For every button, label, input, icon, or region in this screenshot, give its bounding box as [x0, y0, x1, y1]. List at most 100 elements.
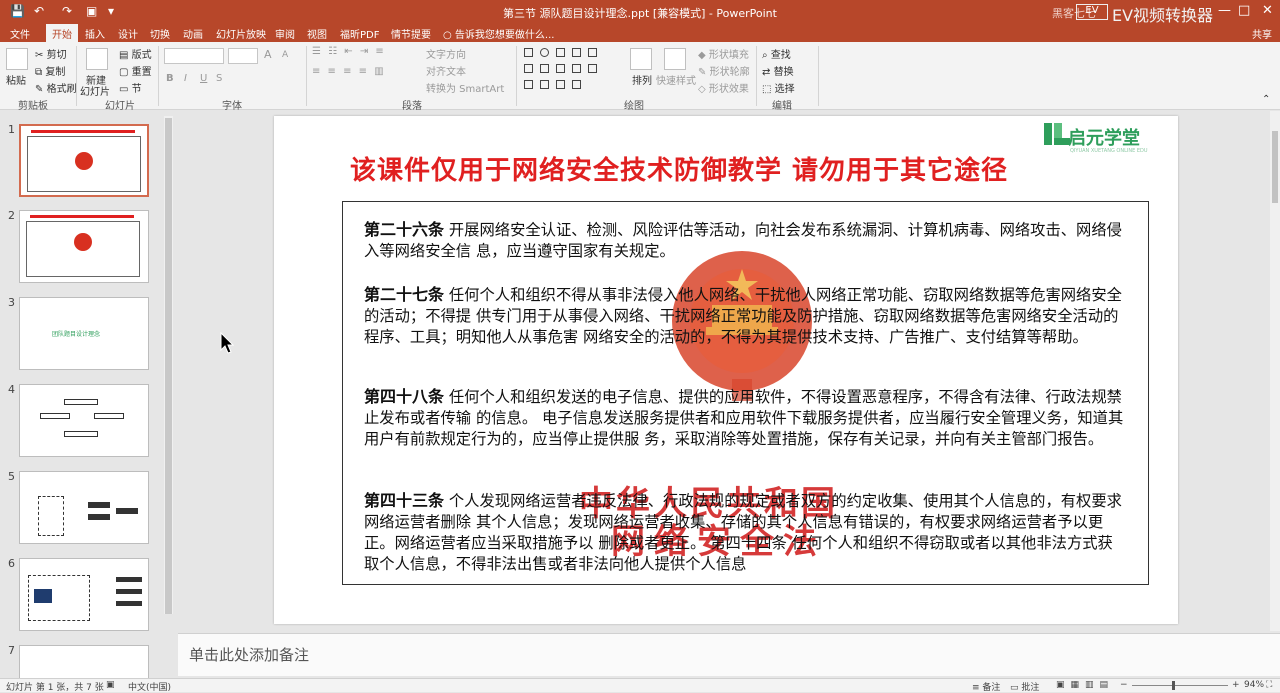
- arrange-icon[interactable]: [630, 48, 652, 70]
- tab-insert[interactable]: 插入: [85, 26, 105, 41]
- list-buttons[interactable]: ☰ ☷ ⇤ ⇥ ≡: [312, 46, 386, 57]
- fit-slide-icon[interactable]: ⛶: [1266, 680, 1272, 690]
- shrink-font-button[interactable]: A: [282, 50, 288, 60]
- zoom-level[interactable]: 94%: [1244, 680, 1264, 690]
- slide-title[interactable]: 该课件仅用于网络安全技术防御教学 请勿用于其它途径: [350, 150, 1008, 187]
- tab-review[interactable]: 审阅: [275, 26, 295, 41]
- layout-button[interactable]: ▤ 版式: [119, 46, 152, 61]
- shape-line[interactable]: [556, 48, 565, 57]
- mouse-cursor-icon: [220, 332, 234, 354]
- share-button[interactable]: 共享: [1252, 26, 1272, 41]
- slide-thumbnail-6[interactable]: [19, 558, 149, 631]
- shape-rect[interactable]: [524, 48, 533, 57]
- spellcheck-icon[interactable]: ▣: [106, 680, 115, 690]
- slide-thumbnail-5[interactable]: [19, 471, 149, 544]
- find-button[interactable]: ⌕ 查找: [762, 46, 791, 61]
- paste-icon[interactable]: [6, 48, 28, 70]
- align-buttons[interactable]: ≡ ≡ ≡ ≡ ▥: [312, 66, 386, 77]
- notes-toggle[interactable]: ≡ 备注: [972, 680, 1000, 693]
- shape-effects-button[interactable]: ◇ 形状效果: [698, 80, 749, 95]
- slide-thumbnail-1[interactable]: [19, 124, 149, 197]
- shape-arrow[interactable]: [572, 48, 581, 57]
- slide-canvas[interactable]: 启元学堂 QIYUAN XUETANG ONLINE EDU 该课件仅用于网络安…: [274, 116, 1178, 624]
- new-slide-button-label2[interactable]: 幻灯片: [80, 83, 110, 98]
- shape-brace2[interactable]: [572, 80, 581, 89]
- tab-animations[interactable]: 动画: [183, 26, 203, 41]
- new-slide-icon[interactable]: [86, 48, 108, 70]
- shape-triangle[interactable]: [540, 64, 549, 73]
- italic-button[interactable]: I: [184, 73, 187, 84]
- shape-square[interactable]: [524, 64, 533, 73]
- notes-pane[interactable]: 单击此处添加备注: [178, 633, 1280, 676]
- reset-button[interactable]: ▢ 重置: [119, 63, 152, 78]
- zoom-in-button[interactable]: +: [1232, 680, 1240, 690]
- zoom-slider[interactable]: [1132, 685, 1228, 686]
- tab-storyboard[interactable]: 情节提要: [391, 26, 431, 41]
- scrollbar-thumb[interactable]: [165, 118, 172, 614]
- tell-me-box[interactable]: ○ 告诉我您想要做什么...: [443, 26, 554, 41]
- copy-label: 复制: [45, 67, 66, 78]
- maximize-button[interactable]: □: [1238, 3, 1250, 18]
- slide-thumbnail-3[interactable]: 团队题目设计理念: [19, 297, 149, 370]
- bold-button[interactable]: B: [166, 73, 174, 84]
- cut-button[interactable]: ✂ 剪切: [35, 46, 67, 61]
- underline-button[interactable]: U: [200, 73, 207, 84]
- comments-toggle[interactable]: ▭ 批注: [1010, 680, 1039, 693]
- article-48: 第四十八条 任何个人和组织发送的电子信息、提供的应用软件，不得设置恶意程序，不得…: [364, 386, 1128, 450]
- separator: [516, 46, 517, 106]
- font-size-field[interactable]: [228, 48, 258, 64]
- editing-group-label: 编辑: [772, 101, 792, 112]
- minimize-button[interactable]: —: [1218, 3, 1231, 18]
- thumbnail-scrollbar[interactable]: [164, 116, 173, 614]
- replace-button[interactable]: ⇄ 替换: [762, 63, 794, 78]
- paste-button[interactable]: 粘贴: [6, 72, 26, 87]
- slide-thumbnail-2[interactable]: [19, 210, 149, 283]
- grow-font-button[interactable]: A: [264, 48, 272, 61]
- slide-thumbnail-7[interactable]: [19, 645, 149, 678]
- shape-curve[interactable]: [540, 80, 549, 89]
- tab-slideshow[interactable]: 幻灯片放映: [216, 26, 266, 41]
- arrange-button[interactable]: 排列: [632, 72, 652, 87]
- shape-callout[interactable]: [572, 64, 581, 73]
- shape-arrow2[interactable]: [524, 80, 533, 89]
- shadow-button[interactable]: S: [216, 73, 222, 84]
- shape-oval[interactable]: [540, 48, 549, 57]
- shape-connector[interactable]: [556, 64, 565, 73]
- tab-view[interactable]: 视图: [307, 26, 327, 41]
- shape-fill-button[interactable]: ◆ 形状填充: [698, 46, 749, 61]
- scrollbar-thumb[interactable]: [1272, 131, 1278, 203]
- search-icon: ⌕: [762, 50, 768, 61]
- copy-button[interactable]: ⧉ 复制: [35, 63, 65, 78]
- language-indicator[interactable]: 中文(中国): [128, 680, 171, 693]
- align-text-button[interactable]: 对齐文本: [426, 63, 466, 78]
- smartart-button[interactable]: 转换为 SmartArt: [426, 80, 504, 95]
- text-direction-button[interactable]: 文字方向: [426, 46, 466, 61]
- shape-effects-label: 形状效果: [708, 84, 749, 95]
- shape-brace[interactable]: [556, 80, 565, 89]
- quick-styles-button[interactable]: 快速样式: [656, 72, 696, 87]
- section-button[interactable]: ▭ 节: [119, 80, 142, 95]
- tab-design[interactable]: 设计: [118, 26, 138, 41]
- tab-foxit-pdf[interactable]: 福昕PDF: [340, 26, 379, 41]
- tab-file[interactable]: 文件: [10, 26, 30, 41]
- zoom-out-button[interactable]: −: [1120, 680, 1128, 690]
- slide-thumbnail-4[interactable]: [19, 384, 149, 457]
- format-painter-button[interactable]: ✎ 格式刷: [35, 80, 77, 95]
- article-heading: 第二十七条: [364, 285, 445, 304]
- shape-star[interactable]: [588, 64, 597, 73]
- select-button[interactable]: ⬚ 选择: [762, 80, 795, 95]
- shape-gallery[interactable]: [522, 46, 622, 94]
- thumb-number: 3: [8, 296, 15, 309]
- close-button[interactable]: ✕: [1262, 3, 1273, 18]
- collapse-ribbon-icon[interactable]: ⌃: [1262, 94, 1270, 105]
- slide-scrollbar[interactable]: [1270, 111, 1280, 631]
- view-buttons[interactable]: ▣▦▥▤: [1056, 680, 1114, 690]
- shape-rect2[interactable]: [588, 48, 597, 57]
- thumb-number: 7: [8, 644, 15, 657]
- font-name-field[interactable]: [164, 48, 224, 64]
- tab-home[interactable]: 开始: [46, 24, 78, 42]
- zoom-slider-thumb[interactable]: [1172, 681, 1175, 690]
- quick-styles-icon[interactable]: [664, 48, 686, 70]
- tab-transitions[interactable]: 切换: [150, 26, 170, 41]
- shape-outline-button[interactable]: ✎ 形状轮廓: [698, 63, 750, 78]
